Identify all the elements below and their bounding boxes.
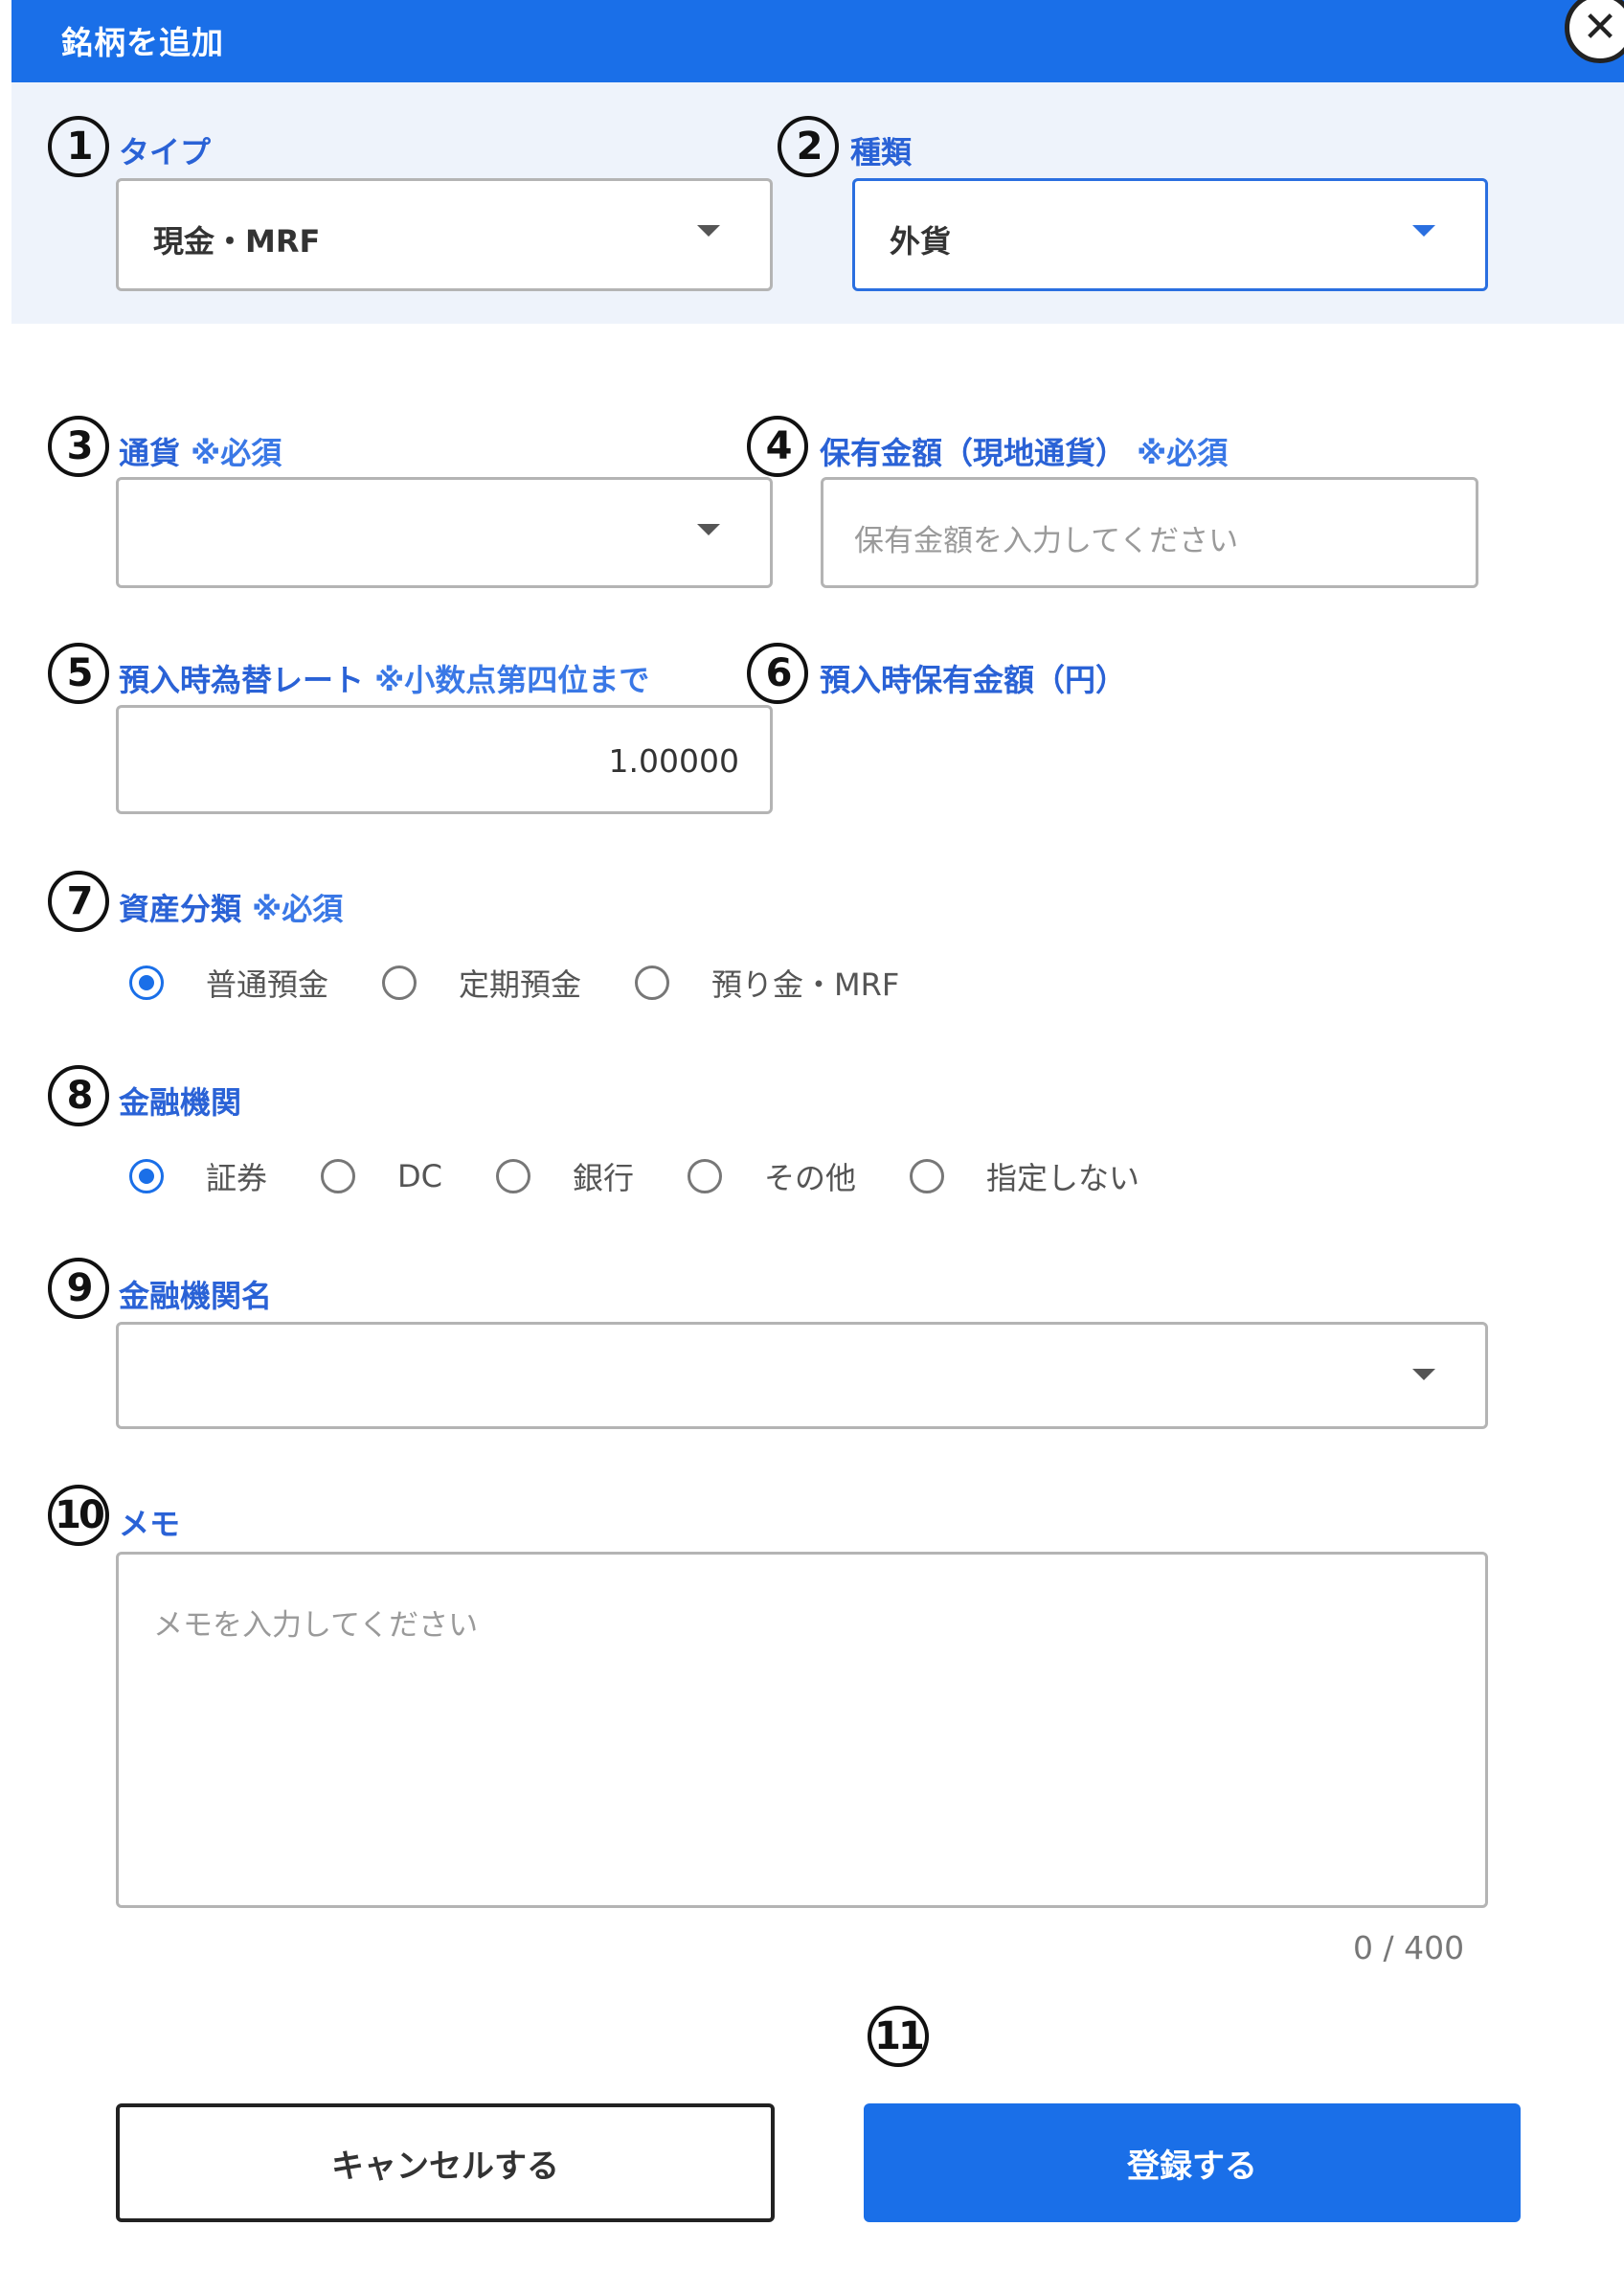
radio-asset-class-savings[interactable]: 普通預金	[129, 961, 328, 1005]
fx-rate-label-text: 預入時為替レート	[119, 662, 365, 698]
radio-institution-other[interactable]: その他	[688, 1154, 856, 1198]
currency-label-text: 通貨	[119, 435, 181, 471]
dialog-header: 銘柄を追加	[11, 0, 1624, 82]
fx-rate-input[interactable]: 1.00000	[116, 705, 773, 814]
institution-label: 金融機関	[119, 1084, 242, 1121]
type-label: タイプ	[119, 134, 212, 170]
radio-icon	[635, 966, 670, 1000]
radio-label: 定期預金	[459, 966, 582, 1003]
holding-local-input[interactable]: 保有金額を入力してください	[821, 477, 1478, 588]
type-select[interactable]: 現金・MRF	[116, 178, 773, 291]
memo-char-counter: 0 / 400	[1353, 1929, 1465, 1966]
radio-label: 銀行	[573, 1160, 635, 1196]
holding-yen-label: 預入時保有金額（円）	[820, 662, 1127, 698]
cancel-button[interactable]: キャンセルする	[116, 2103, 775, 2222]
fx-rate-value: 1.00000	[608, 742, 739, 780]
fx-rate-note: ※小数点第四位まで	[374, 662, 650, 698]
marker-2: 2	[778, 116, 839, 177]
kind-label: 種類	[850, 134, 913, 170]
radio-icon	[382, 966, 417, 1000]
radio-institution-dc[interactable]: DC	[321, 1158, 442, 1194]
chevron-down-icon	[1412, 225, 1435, 237]
marker-9: 9	[48, 1258, 109, 1319]
marker-8: 8	[48, 1065, 109, 1126]
chevron-down-icon	[1412, 1369, 1435, 1380]
holding-local-label-text: 保有金額（現地通貨）	[820, 435, 1127, 471]
radio-institution-bank[interactable]: 銀行	[496, 1154, 634, 1198]
institution-radio-group: 証券 DC 銀行 その他 指定しない	[129, 1154, 1193, 1198]
radio-label: 普通預金	[206, 966, 329, 1003]
holding-local-placeholder: 保有金額を入力してください	[854, 524, 1239, 558]
chevron-down-icon	[697, 524, 720, 535]
marker-7: 7	[48, 871, 109, 932]
fx-rate-label: 預入時為替レート ※小数点第四位まで	[119, 656, 649, 700]
radio-asset-class-time-deposit[interactable]: 定期預金	[382, 961, 581, 1005]
marker-3: 3	[48, 416, 109, 477]
memo-textarea[interactable]: メモを入力してください	[116, 1552, 1488, 1908]
marker-10: 10	[48, 1485, 109, 1546]
radio-label: DC	[397, 1158, 442, 1194]
currency-select[interactable]	[116, 477, 773, 588]
asset-class-label: 資産分類 ※必須	[119, 885, 343, 929]
radio-icon	[688, 1159, 723, 1193]
kind-select-value: 外貨	[890, 223, 952, 260]
holding-local-label: 保有金額（現地通貨） ※必須	[820, 429, 1228, 473]
radio-label: 証券	[206, 1160, 268, 1196]
marker-4: 4	[747, 416, 808, 477]
memo-placeholder: メモを入力してください	[153, 1608, 479, 1643]
radio-asset-class-deposit-mrf[interactable]: 預り金・MRF	[635, 961, 899, 1005]
radio-icon	[321, 1159, 356, 1193]
radio-label: 指定しない	[986, 1160, 1140, 1196]
required-mark: ※必須	[252, 891, 344, 927]
currency-label: 通貨 ※必須	[119, 429, 282, 473]
kind-select[interactable]: 外貨	[852, 178, 1488, 291]
radio-institution-securities[interactable]: 証券	[129, 1154, 267, 1198]
chevron-down-icon	[697, 225, 720, 237]
add-holding-dialog: 銘柄を追加 ✕ 1 タイプ 現金・MRF 2 種類 外貨 3 通貨 ※必須 4 …	[0, 0, 1624, 2272]
submit-button[interactable]: 登録する	[864, 2103, 1521, 2222]
radio-label: その他	[764, 1160, 857, 1196]
marker-11: 11	[868, 2006, 929, 2067]
marker-6: 6	[747, 643, 808, 704]
radio-selected-icon	[129, 966, 164, 1000]
asset-class-label-text: 資産分類	[119, 891, 242, 927]
radio-institution-unspecified[interactable]: 指定しない	[910, 1154, 1139, 1198]
radio-selected-icon	[129, 1159, 164, 1193]
asset-class-radio-group: 普通預金 定期預金 預り金・MRF	[129, 961, 953, 1005]
radio-label: 預り金・MRF	[711, 966, 900, 1003]
marker-1: 1	[48, 116, 109, 177]
memo-label: メモ	[119, 1506, 181, 1542]
institution-name-label: 金融機関名	[119, 1278, 273, 1314]
type-select-value: 現金・MRF	[153, 223, 321, 260]
radio-icon	[496, 1159, 530, 1193]
institution-name-select[interactable]	[116, 1322, 1488, 1429]
dialog-title: 銘柄を追加	[61, 24, 224, 61]
radio-icon	[910, 1159, 945, 1193]
marker-5: 5	[48, 643, 109, 704]
required-mark: ※必須	[1137, 435, 1229, 471]
required-mark: ※必須	[191, 435, 282, 471]
